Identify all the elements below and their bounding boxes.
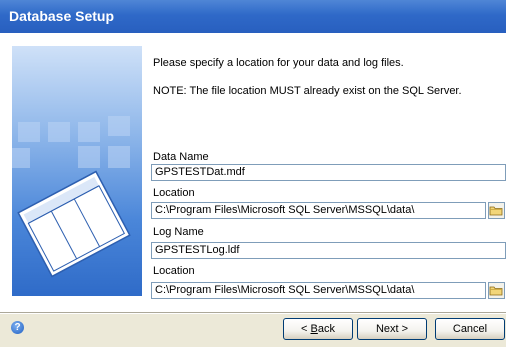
side-illustration [12, 46, 142, 296]
log-location-browse-button[interactable] [488, 282, 505, 299]
intro-text: Please specify a location for your data … [153, 57, 404, 69]
back-button[interactable]: < Back [283, 318, 353, 340]
back-button-accelerator: B [310, 323, 318, 335]
note-text: NOTE: The file location MUST already exi… [153, 85, 462, 97]
data-location-input[interactable]: C:\Program Files\Microsoft SQL Server\MS… [151, 202, 486, 219]
data-name-input[interactable]: GPSTESTDat.mdf [151, 164, 506, 181]
log-location-label: Location [153, 265, 195, 277]
window-title: Database Setup [9, 8, 115, 24]
data-location-label: Location [153, 187, 195, 199]
folder-icon [489, 206, 503, 216]
next-button[interactable]: Next > [357, 318, 427, 340]
log-location-input[interactable]: C:\Program Files\Microsoft SQL Server\MS… [151, 282, 486, 299]
footer-divider [0, 312, 506, 314]
data-name-label: Data Name [153, 151, 209, 163]
cancel-button-label: Cancel [452, 323, 488, 335]
cancel-button[interactable]: Cancel [435, 318, 505, 340]
title-bar: Database Setup [0, 0, 506, 33]
data-location-browse-button[interactable] [488, 202, 505, 219]
back-button-prefix: < [301, 323, 311, 335]
log-name-label: Log Name [153, 226, 204, 238]
help-icon[interactable]: ? [11, 321, 24, 334]
log-name-input[interactable]: GPSTESTLog.ldf [151, 242, 506, 259]
folder-icon [489, 286, 503, 296]
database-table-icon [17, 170, 131, 278]
next-button-label: Next > [375, 323, 409, 335]
back-button-rest: ack [317, 323, 335, 335]
